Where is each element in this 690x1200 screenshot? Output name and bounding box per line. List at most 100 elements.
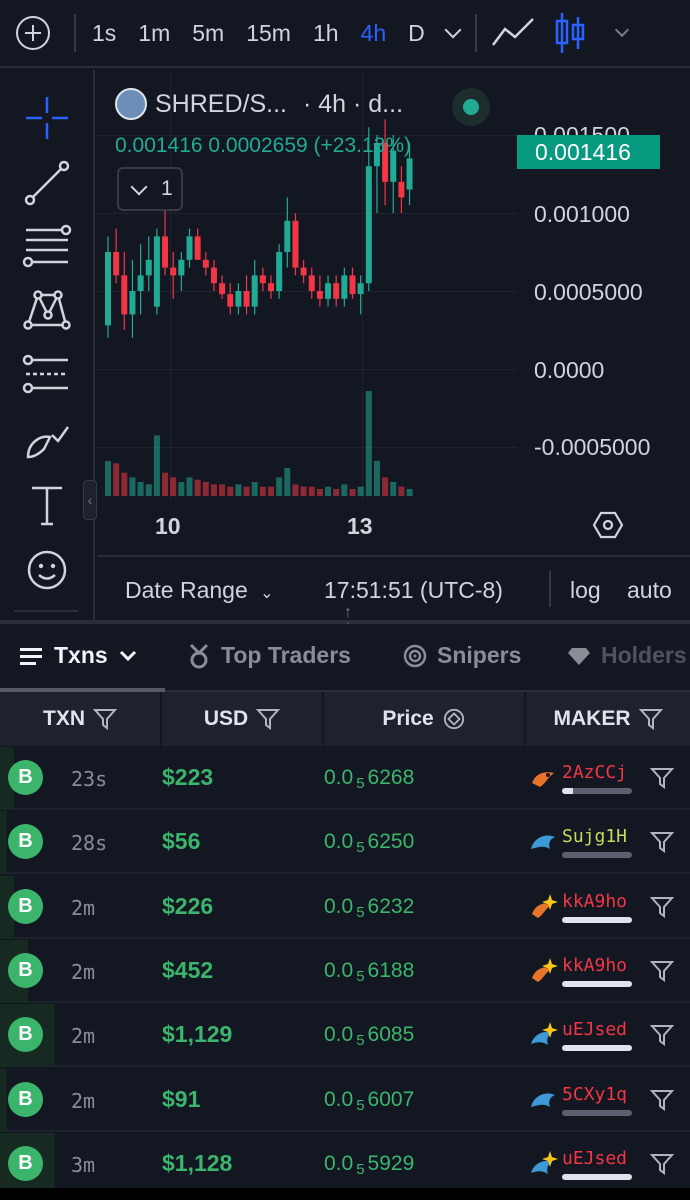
filter-icon[interactable] — [256, 708, 281, 730]
candle-body — [129, 291, 136, 315]
add-plus-icon[interactable] — [16, 16, 50, 50]
candle-body — [178, 259, 185, 276]
timeframe-4h[interactable]: 4h — [361, 20, 387, 47]
tab-snipers[interactable]: Snipers — [403, 642, 521, 669]
date-range-button[interactable]: Date Range ⌄ — [125, 577, 274, 604]
txn-usd: $1,129 — [162, 1021, 233, 1048]
maker-address[interactable]: 2AzCCj — [562, 762, 627, 783]
chart-type-chevron-icon[interactable] — [614, 22, 629, 38]
txn-age: 23s — [71, 767, 108, 791]
candle-body — [145, 259, 152, 276]
maker-address[interactable]: Sujg1H — [562, 826, 627, 847]
price-head: 0.0 — [324, 894, 354, 918]
volume-bar — [292, 484, 299, 496]
column-header-price[interactable]: Price — [324, 692, 526, 746]
price-head: 0.0 — [324, 766, 354, 789]
price-chart[interactable]: ‹ SHRED/S... · 4h · d... 0.001416 0.0002… — [83, 70, 690, 555]
indicators-toggle[interactable]: 1 — [117, 167, 183, 211]
collapse-toolbar-button[interactable]: ‹ — [83, 480, 97, 520]
emoji-icon[interactable] — [22, 545, 72, 595]
chevron-down-icon: ⌄ — [260, 585, 274, 602]
txn-price: 0.0 5 6007 — [324, 1088, 414, 1114]
candle-body — [398, 181, 405, 198]
filter-icon[interactable] — [650, 830, 674, 854]
maker-address[interactable]: kkA9ho — [562, 955, 627, 976]
forecast-tool-icon[interactable] — [22, 350, 72, 400]
table-row[interactable]: B 2m $452 0.0 5 6188 kkA9ho — [0, 939, 690, 1003]
candlestick-icon[interactable] — [553, 11, 587, 55]
brush-icon[interactable] — [22, 415, 72, 465]
tab-top-traders[interactable]: Top Traders — [187, 642, 351, 669]
maker-address[interactable]: 5CXy1q — [562, 1084, 627, 1105]
price-tail: 6268 — [367, 766, 415, 789]
chart-settings-hex-icon[interactable] — [593, 510, 623, 540]
auto-scale-toggle[interactable]: auto — [627, 577, 672, 604]
maker-address[interactable]: uEJsed — [562, 1019, 627, 1040]
timeframe-1h[interactable]: 1h — [313, 20, 339, 47]
filter-icon[interactable] — [650, 1088, 674, 1112]
column-header-txn[interactable]: TXN — [0, 692, 162, 746]
fib-retracement-icon[interactable] — [22, 222, 72, 272]
maker-holding-bar — [562, 788, 632, 794]
trend-line-icon[interactable] — [22, 158, 72, 208]
candle-body — [325, 283, 332, 299]
timeframe-1m[interactable]: 1m — [138, 20, 170, 47]
drawing-toolbar — [0, 70, 95, 620]
crosshair-icon[interactable] — [22, 93, 72, 143]
filter-icon[interactable] — [650, 1023, 674, 1047]
table-row[interactable]: B 2m $1,129 0.0 5 6085 uEJsed — [0, 1004, 690, 1068]
filter-icon[interactable] — [650, 1152, 674, 1176]
line-chart-icon[interactable] — [491, 17, 535, 49]
volume-bar — [284, 468, 291, 496]
table-row[interactable]: B 3m $1,128 0.0 5 5929 uEJsed — [0, 1132, 690, 1196]
sort-toggle-icon[interactable] — [442, 708, 466, 730]
diamond-icon — [568, 647, 590, 665]
volume-bar — [0, 811, 7, 875]
filter-icon[interactable] — [93, 708, 117, 730]
volume-bar — [406, 489, 413, 496]
filter-icon[interactable] — [638, 708, 663, 730]
timeframe-5m[interactable]: 5m — [192, 20, 224, 47]
table-row[interactable]: B 28s $56 0.0 5 6250 Sujg1H — [0, 811, 690, 875]
volume-bar — [259, 486, 266, 496]
sparkle-dolphin-icon — [531, 1022, 558, 1046]
text-tool-icon[interactable] — [22, 480, 72, 530]
dolphin-icon — [531, 835, 555, 850]
candle-body — [316, 291, 323, 299]
volume-bar — [170, 477, 177, 496]
tab-holders[interactable]: Holders — [567, 642, 687, 669]
pair-header[interactable]: SHRED/S... · 4h · d... — [115, 88, 403, 120]
volume-bar — [113, 463, 120, 496]
column-header-maker[interactable]: MAKER — [526, 692, 690, 746]
filter-icon[interactable] — [650, 895, 674, 919]
log-scale-toggle[interactable]: log — [570, 577, 601, 604]
table-row[interactable]: B 2m $91 0.0 5 6007 5CXy1q — [0, 1068, 690, 1132]
maker-address[interactable]: uEJsed — [562, 1148, 627, 1169]
candle-body — [121, 275, 128, 315]
price-tail: 6250 — [367, 830, 415, 854]
timeframe-d[interactable]: D — [408, 20, 425, 47]
filter-icon[interactable] — [650, 959, 674, 983]
timeframe-1s[interactable]: 1s — [92, 20, 116, 47]
table-row[interactable]: B 23s $223 0.0 5 6268 2AzCCj — [0, 747, 690, 810]
candle-body — [349, 275, 356, 295]
price-head: 0.0 — [324, 958, 354, 982]
filter-icon[interactable] — [650, 766, 674, 790]
candle-body — [292, 220, 299, 268]
price-head: 0.0 — [324, 1087, 354, 1111]
candle-body — [365, 166, 372, 284]
ohlc-readout: 0.001416 0.0002659 (+23.13%) — [115, 134, 411, 157]
column-header-usd[interactable]: USD — [162, 692, 324, 746]
price-tail: 6232 — [367, 894, 415, 918]
timeframe-15m[interactable]: 15m — [246, 20, 291, 47]
tab-txns[interactable]: Txns — [20, 642, 138, 669]
maker-address[interactable]: kkA9ho — [562, 891, 627, 912]
pattern-icon[interactable] — [22, 285, 72, 335]
txn-price: 0.0 5 5929 — [324, 1152, 414, 1178]
toolbar-divider — [474, 14, 477, 52]
price-zero-count: 5 — [356, 839, 365, 857]
candle-body — [235, 291, 242, 307]
table-row[interactable]: B 2m $226 0.0 5 6232 kkA9ho — [0, 875, 690, 939]
target-icon — [403, 644, 427, 667]
timeframe-more-chevron-icon[interactable] — [444, 21, 462, 39]
